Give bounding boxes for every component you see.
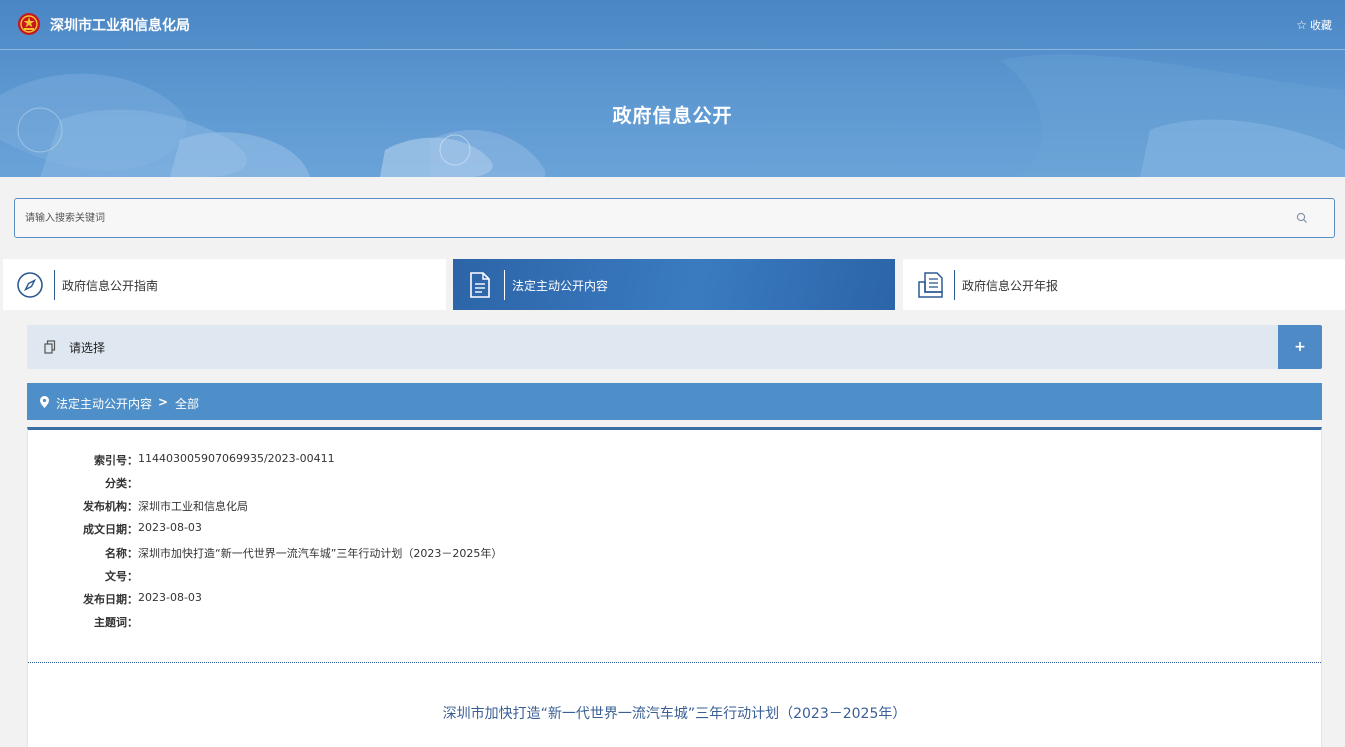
tab-label: 法定主动公开内容: [512, 279, 609, 293]
copy-icon: [44, 340, 56, 354]
divider: [28, 662, 1321, 663]
favorite-label: 收藏: [1310, 19, 1332, 32]
category-selector[interactable]: 请选择 +: [27, 325, 1322, 369]
expand-button[interactable]: +: [1278, 325, 1322, 369]
tab-separator: [54, 270, 55, 300]
meta-value: 2023-08-03: [138, 521, 202, 534]
report-icon: [918, 272, 943, 298]
tab-statutory-disclosure[interactable]: 法定主动公开内容: [453, 259, 895, 310]
star-icon: ☆: [1296, 18, 1307, 32]
meta-key: 发布机构：: [83, 500, 138, 513]
breadcrumb: 法定主动公开内容 > 全部: [27, 383, 1322, 420]
meta-key: 名称：: [105, 547, 138, 560]
tab-separator: [504, 270, 505, 300]
national-emblem-icon: [18, 13, 40, 35]
meta-key: 主题词：: [94, 616, 138, 629]
location-pin-icon: [40, 396, 49, 408]
tab-disclosure-guide[interactable]: 政府信息公开指南: [3, 259, 446, 310]
meta-key: 文号：: [105, 570, 138, 583]
document-detail-panel: 索引号： 11440300590706993​5/2023-00411 分类： …: [27, 427, 1322, 747]
meta-key: 索引号：: [94, 454, 138, 467]
selector-label: 请选择: [69, 341, 106, 355]
meta-value: 深圳市加快打造“新一代世界一流汽车城”三年行动计划（2023－2025年）: [138, 547, 503, 560]
meta-key: 发布日期：: [83, 593, 138, 606]
search-box: [14, 198, 1335, 238]
compass-icon: [17, 272, 43, 298]
favorite-button[interactable]: ☆ 收藏: [1296, 17, 1332, 33]
banner: 深圳市工业和信息化局 ☆ 收藏 政府信息公开: [0, 0, 1345, 177]
tab-label: 政府信息公开年报: [962, 279, 1059, 293]
meta-key: 成文日期：: [83, 523, 138, 536]
tab-label: 政府信息公开指南: [62, 279, 159, 293]
meta-value: 11440300590706993​5/2023-00411: [138, 452, 335, 465]
meta-value: 2023-08-03: [138, 591, 202, 604]
breadcrumb-current[interactable]: 全部: [175, 395, 199, 412]
meta-value: 深圳市工业和信息化局: [138, 500, 248, 513]
search-icon[interactable]: [1296, 212, 1308, 224]
site-name[interactable]: 深圳市工业和信息化局: [50, 15, 190, 35]
search-input[interactable]: [23, 199, 1293, 237]
breadcrumb-separator: >: [158, 395, 169, 409]
document-icon: [470, 272, 490, 298]
top-bar: 深圳市工业和信息化局 ☆ 收藏: [0, 0, 1345, 50]
meta-key: 分类：: [105, 477, 138, 490]
page-title: 政府信息公开: [612, 105, 733, 127]
breadcrumb-section[interactable]: 法定主动公开内容: [56, 395, 152, 412]
document-title: 深圳市加快打造“新一代世界一流汽车城”三年行动计划（2023－2025年）: [442, 706, 907, 722]
tab-annual-report[interactable]: 政府信息公开年报: [903, 259, 1345, 310]
tab-separator: [954, 270, 955, 300]
